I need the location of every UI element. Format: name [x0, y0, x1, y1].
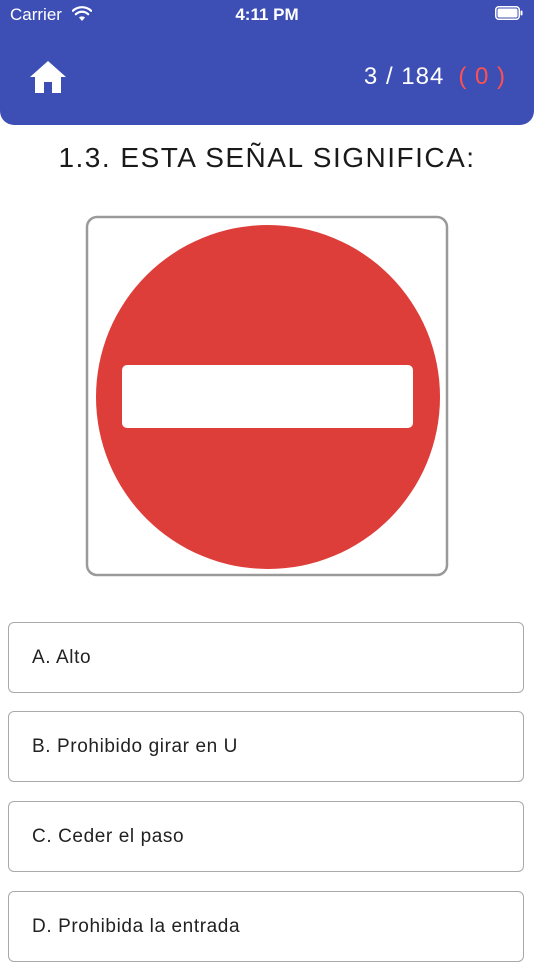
status-bar: Carrier 4:11 PM — [0, 0, 534, 30]
clock: 4:11 PM — [235, 5, 299, 24]
question-counter: 3 / 184 ( 0 ) — [364, 63, 506, 91]
answer-option-c[interactable]: C. Ceder el paso — [8, 801, 524, 872]
answer-option-label: B. Prohibido girar en U — [32, 736, 239, 757]
progress-count: 3 / 184 — [363, 63, 445, 90]
answer-option-label: D. Prohibida la entrada — [32, 916, 241, 937]
answer-option-a[interactable]: A. Alto — [8, 622, 524, 693]
home-icon[interactable] — [29, 60, 67, 94]
answer-option-d[interactable]: D. Prohibida la entrada — [8, 891, 524, 962]
answer-option-b[interactable]: B. Prohibido girar en U — [8, 711, 524, 782]
question-title: 1.3. ESTA SEÑAL SIGNIFICA: — [58, 142, 476, 173]
app-header: Carrier 4:11 PM 3 / 184 ( 0 ) — [0, 0, 534, 125]
wrong-answers-count: ( 0 ) — [458, 63, 506, 90]
answer-option-label: C. Ceder el paso — [32, 826, 185, 847]
battery-icon — [495, 6, 523, 20]
do-not-enter-sign-image — [85, 215, 449, 577]
answer-option-label: A. Alto — [32, 647, 92, 668]
